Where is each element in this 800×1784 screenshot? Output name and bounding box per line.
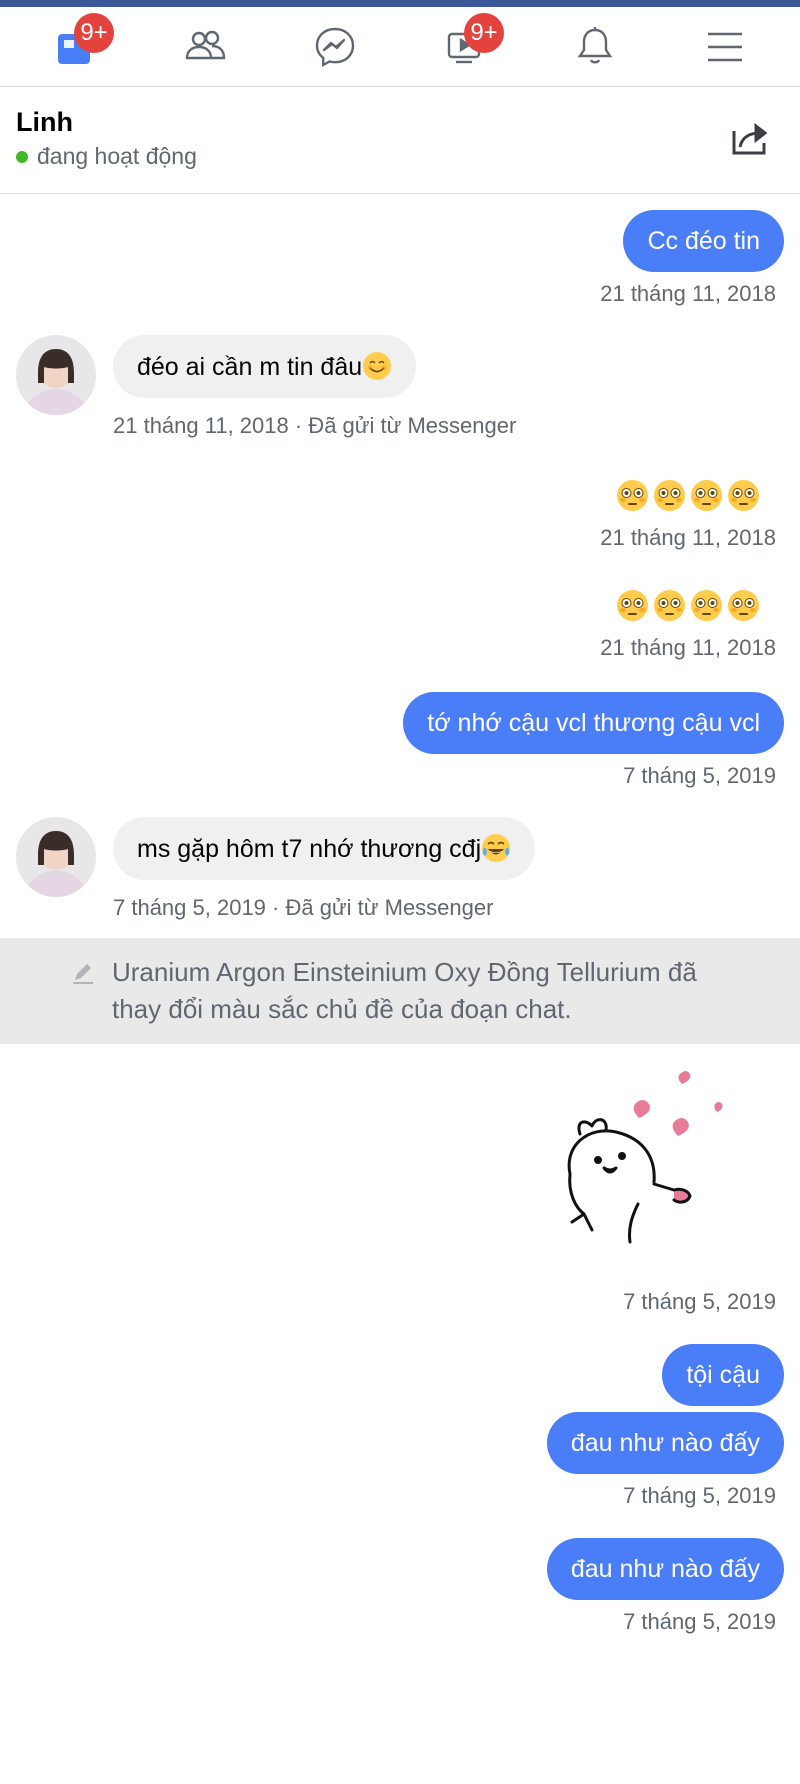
message-meta: 21 tháng 11, 2018 · Đã gửi từ Messenger [113, 413, 517, 438]
outgoing-bubble[interactable]: tội cậu [662, 1344, 784, 1406]
notification-badge: 9+ [464, 12, 504, 53]
message-outgoing: Cc đéo tin [0, 210, 800, 272]
notification-badge: 9+ [74, 12, 114, 53]
message-outgoing: tớ nhớ cậu vcl thương cậu vcl [0, 692, 800, 754]
message-outgoing: tội cậu [0, 1344, 800, 1406]
message-timestamp: 7 tháng 5, 2019 [623, 1483, 776, 1508]
outgoing-bubble[interactable]: đau như nào đấy [546, 1412, 784, 1474]
incoming-bubble[interactable]: ms gặp hôm t7 nhớ thương cđj [113, 817, 536, 880]
nav-messenger[interactable] [300, 17, 370, 77]
message-list: Cc đéo tin 21 tháng 11, 2018 đéo ai cần … [0, 194, 800, 1636]
flushed-face-icon [728, 480, 759, 511]
nav-watch[interactable]: 9+ [430, 12, 504, 77]
event-text: Uranium Argon Einsteinium Oxy Đồng Tellu… [112, 957, 697, 1024]
message-outgoing-emoji[interactable] [0, 479, 800, 512]
share-icon[interactable] [728, 117, 772, 161]
status-text: đang hoạt động [37, 143, 197, 169]
messenger-icon [315, 27, 355, 67]
friends-icon [185, 30, 226, 59]
flushed-face-icon [617, 480, 648, 511]
brand-stripe [0, 0, 800, 7]
message-text: đéo ai cần m tin đâu [137, 353, 363, 381]
theme-change-notice: Uranium Argon Einsteinium Oxy Đồng Tellu… [0, 938, 800, 1044]
nav-menu[interactable] [690, 17, 760, 77]
message-timestamp: 21 tháng 11, 2018 [600, 635, 776, 660]
pencil-icon [73, 964, 93, 984]
message-timestamp: 7 tháng 5, 2019 [623, 1609, 776, 1634]
message-incoming: ms gặp hôm t7 nhớ thương cđj 7 tháng 5, … [0, 817, 800, 922]
flushed-face-icon [691, 480, 722, 511]
nav-friends[interactable] [170, 17, 240, 77]
message-meta: 7 tháng 5, 2019 · Đã gửi từ Messenger [113, 895, 494, 920]
message-timestamp: 7 tháng 5, 2019 [623, 1289, 776, 1314]
message-text: ms gặp hôm t7 nhớ thương cđj [137, 835, 482, 863]
message-timestamp: 21 tháng 11, 2018 [600, 525, 776, 550]
flushed-face-icon [617, 590, 648, 621]
avatar[interactable] [16, 335, 96, 415]
incoming-bubble[interactable]: đéo ai cần m tin đâu [113, 335, 417, 398]
message-outgoing: đau như nào đấy [0, 1412, 800, 1474]
avatar[interactable] [16, 817, 96, 897]
outgoing-bubble[interactable]: Cc đéo tin [623, 210, 784, 272]
message-outgoing-sticker [0, 1064, 800, 1274]
flushed-face-icon [728, 590, 759, 621]
message-incoming: đéo ai cần m tin đâu 21 tháng 11, 2018 ·… [0, 335, 800, 440]
message-timestamp: 7 tháng 5, 2019 [623, 763, 776, 788]
flushed-face-icon [654, 480, 685, 511]
outgoing-bubble[interactable]: tớ nhớ cậu vcl thương cậu vcl [403, 692, 784, 754]
message-outgoing: đau như nào đấy [0, 1538, 800, 1600]
smiling-face-icon [363, 352, 392, 380]
flushed-face-icon [691, 590, 722, 621]
bell-icon [577, 26, 613, 63]
contact-name: Linh [16, 107, 73, 137]
online-dot [16, 150, 28, 163]
message-outgoing-emoji[interactable] [0, 589, 800, 622]
rabbit-hearts-sticker[interactable] [540, 1064, 740, 1274]
tears-of-joy-face-icon [482, 834, 511, 862]
hamburger-menu-icon [708, 32, 742, 61]
online-status: đang hoạt động [16, 143, 784, 170]
top-navbar: 9+ 9+ [0, 7, 800, 87]
nav-notifications[interactable] [560, 17, 630, 77]
nav-news-feed[interactable]: 9+ [40, 12, 114, 77]
message-timestamp: 21 tháng 11, 2018 [600, 281, 776, 306]
chat-header: Linh đang hoạt động [0, 87, 800, 194]
outgoing-bubble[interactable]: đau như nào đấy [546, 1538, 784, 1600]
flushed-face-icon [654, 590, 685, 621]
